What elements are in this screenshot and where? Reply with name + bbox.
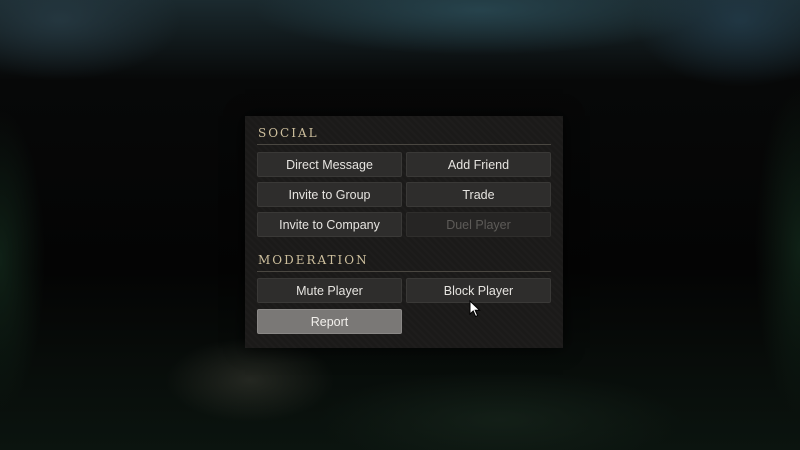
direct-message-button[interactable]: Direct Message [257,152,402,177]
game-background: SOCIAL Direct Message Add Friend Invite … [0,0,800,450]
invite-to-company-button[interactable]: Invite to Company [257,212,402,237]
add-friend-button[interactable]: Add Friend [406,152,551,177]
invite-to-group-button[interactable]: Invite to Group [257,182,402,207]
moderation-divider [257,271,551,272]
pointer-arrow-icon [469,300,481,318]
player-interaction-menu: SOCIAL Direct Message Add Friend Invite … [245,116,563,348]
moderation-heading: MODERATION [258,253,369,267]
trade-button[interactable]: Trade [406,182,551,207]
social-heading: SOCIAL [258,126,319,140]
social-divider [257,144,551,145]
mute-player-button[interactable]: Mute Player [257,278,402,303]
report-button[interactable]: Report [257,309,402,334]
duel-player-button: Duel Player [406,212,551,237]
